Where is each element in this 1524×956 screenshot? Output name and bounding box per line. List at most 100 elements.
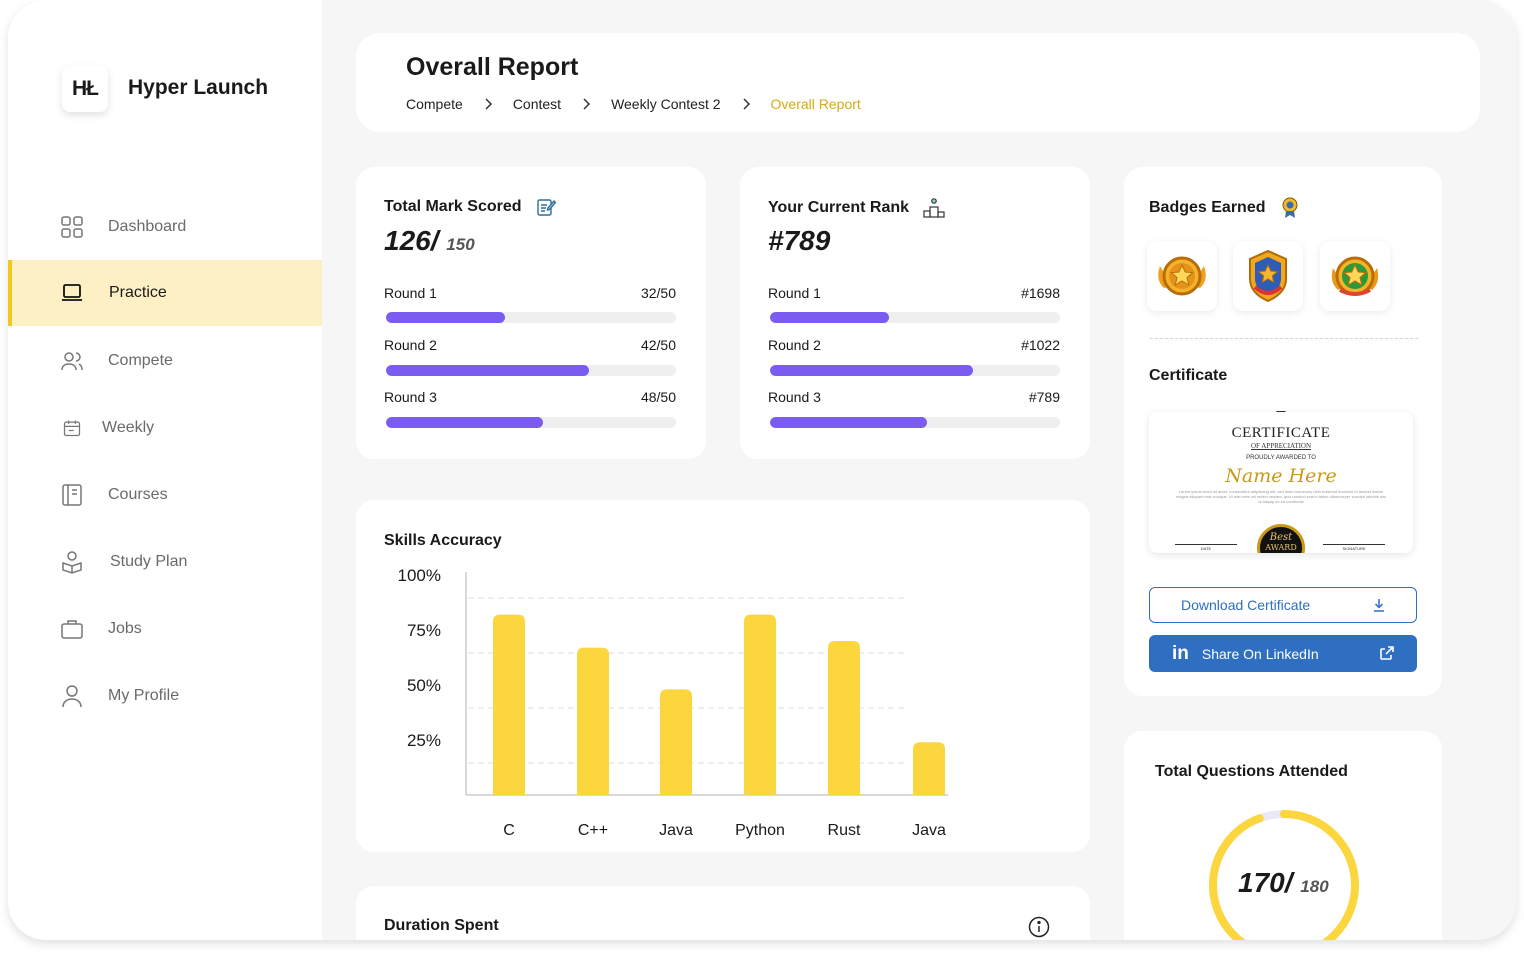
- y-tick-label: 50%: [407, 676, 441, 695]
- external-link-icon: [1380, 646, 1394, 660]
- users-icon: [61, 352, 83, 371]
- study-icon: [62, 551, 82, 574]
- skills-accuracy-card: Skills Accuracy 100% 75% 50% 25% C C++ Java Pyt…: [356, 500, 1090, 852]
- round-progress-fill: [386, 365, 589, 376]
- bar-cpp: [577, 647, 609, 795]
- round-progress-track: [770, 417, 1060, 428]
- download-certificate-button[interactable]: Download Certificate: [1149, 587, 1417, 623]
- round-label: Round 1: [384, 285, 437, 301]
- y-tick-label: 100%: [398, 566, 441, 585]
- chevron-right-icon: [583, 98, 591, 110]
- score-total: 150: [446, 235, 475, 254]
- sidebar-item-jobs[interactable]: Jobs: [8, 596, 322, 662]
- sidebar-item-label: Weekly: [102, 419, 155, 436]
- certificate-subheading: OF APPRECIATION: [1250, 442, 1312, 450]
- laptop-icon: [62, 284, 82, 301]
- divider: [1150, 338, 1418, 339]
- card-title: Your Current Rank: [768, 197, 945, 219]
- page-header: Overall Report Compete Contest Weekly Co…: [356, 33, 1480, 132]
- share-linkedin-button[interactable]: in Share On LinkedIn: [1149, 635, 1417, 672]
- total-mark-card: Total Mark Scored 126/ 150 Round 1 32/50…: [356, 167, 706, 459]
- x-tick-label: C++: [578, 822, 608, 839]
- brand-name: Hyper Launch: [128, 76, 269, 99]
- book-icon: [62, 484, 82, 506]
- sidebar-item-dashboard[interactable]: Dashboard: [8, 194, 322, 260]
- round-progress-fill: [770, 365, 973, 376]
- breadcrumb: Compete Contest Weekly Contest 2 Overall…: [406, 96, 861, 112]
- duration-card: Duration Spent: [356, 886, 1090, 940]
- sidebar-item-weekly[interactable]: Weekly: [8, 395, 322, 461]
- sidebar: HŁ Hyper Launch Dashboard Practice Compe…: [8, 0, 322, 940]
- rank-title: Your Current Rank: [768, 199, 910, 216]
- round-progress-fill: [386, 417, 543, 428]
- round-value: 48/50: [640, 389, 676, 405]
- calendar-icon: [63, 420, 81, 437]
- info-icon[interactable]: [1028, 916, 1050, 938]
- y-tick-label: 75%: [407, 621, 441, 640]
- gold-star-badge-icon: [1158, 256, 1206, 296]
- sidebar-item-study-plan[interactable]: Study Plan: [8, 529, 322, 595]
- x-tick-label: C: [503, 822, 515, 839]
- x-tick-label: Java: [912, 822, 946, 839]
- skills-accuracy-chart: 100% 75% 50% 25% C C++ Java Python Rust Java: [398, 566, 948, 839]
- edit-note-icon: [536, 199, 556, 216]
- certificate-date-label: DATE: [1200, 546, 1212, 551]
- badges-card: Badges Earned Certificate CERTIFICATE OF…: [1124, 167, 1442, 696]
- rank-value: #789: [768, 225, 831, 256]
- linkedin-icon: in: [1172, 642, 1189, 664]
- seal-text-top: Best: [1269, 532, 1293, 543]
- sidebar-item-practice[interactable]: Practice: [8, 260, 322, 326]
- sidebar-item-label: My Profile: [108, 687, 180, 704]
- round-value: #789: [1028, 389, 1060, 405]
- questions-value: 170/ 180: [1238, 867, 1329, 899]
- current-rank-card: Your Current Rank #789 Round 1 #1698 Rou…: [740, 167, 1090, 459]
- certificate-title: Certificate: [1149, 367, 1228, 384]
- round-label: Round 3: [768, 389, 821, 405]
- breadcrumb-item-current: Overall Report: [770, 96, 861, 112]
- round-progress-track: [770, 365, 1060, 376]
- certificate-awarded: PROUDLY AWARDED TO: [1246, 455, 1316, 461]
- sidebar-item-label: Dashboard: [108, 218, 187, 235]
- round-progress-track: [386, 365, 676, 376]
- y-tick-label: 25%: [407, 731, 441, 750]
- logo: HŁ: [62, 66, 108, 112]
- sidebar-item-label: Courses: [108, 486, 168, 503]
- certificate-preview[interactable]: CERTIFICATE OF APPRECIATION PROUDLY AWAR…: [1149, 412, 1413, 553]
- certificate-signature-label: SIGNATURE: [1342, 546, 1366, 551]
- total-questions-title: Total Questions Attended: [1155, 763, 1348, 780]
- round-progress-track: [770, 312, 1060, 323]
- breadcrumb-item-contest[interactable]: Contest: [513, 96, 561, 112]
- chevron-right-icon: [743, 98, 750, 110]
- breadcrumb-item-compete[interactable]: Compete: [406, 96, 463, 112]
- sidebar-item-my-profile[interactable]: My Profile: [8, 663, 322, 729]
- round-value: 32/50: [640, 285, 676, 301]
- bar-python: [744, 614, 776, 795]
- chevron-right-icon: [485, 98, 492, 110]
- score: 126/: [384, 225, 439, 256]
- round-label: Round 2: [384, 337, 437, 353]
- round-progress-fill: [386, 312, 505, 323]
- questions-total: 180: [1300, 877, 1329, 896]
- bar-c: [493, 614, 525, 795]
- medal-icon: [1282, 197, 1298, 218]
- download-label: Download Certificate: [1181, 597, 1311, 613]
- round-label: Round 3: [384, 389, 437, 405]
- sidebar-item-courses[interactable]: Courses: [8, 462, 322, 528]
- badge-item[interactable]: [1320, 241, 1390, 311]
- bar-java: [660, 689, 692, 795]
- sidebar-item-compete[interactable]: Compete: [8, 328, 322, 394]
- podium-icon: [923, 198, 945, 218]
- grid-icon: [61, 216, 83, 238]
- round-label: Round 2: [768, 337, 821, 353]
- bar-rust: [828, 641, 860, 795]
- badge-item[interactable]: [1233, 241, 1303, 311]
- round-progress-track: [386, 417, 676, 428]
- certificate-name: Name Here: [1225, 465, 1337, 487]
- user-icon: [62, 685, 82, 708]
- sidebar-item-label: Practice: [109, 284, 167, 301]
- x-tick-label: Python: [735, 822, 785, 839]
- x-tick-label: Java: [659, 822, 693, 839]
- badge-item[interactable]: [1147, 241, 1217, 311]
- breadcrumb-item-weekly-contest[interactable]: Weekly Contest 2: [611, 96, 720, 112]
- round-progress-fill: [770, 312, 889, 323]
